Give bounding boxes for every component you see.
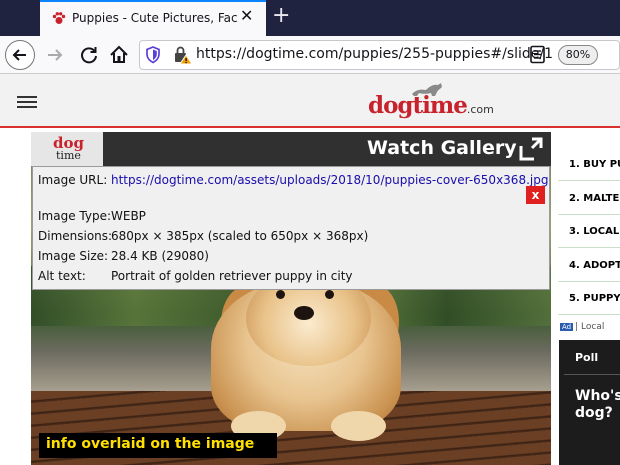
ad-badge: Ad <box>560 323 574 331</box>
poll-divider <box>564 374 620 375</box>
image-url-label: Image URL: <box>38 173 108 187</box>
ad-local-label[interactable]: Ad | Local <box>560 322 604 332</box>
sidebar-link-label: BUY PU <box>583 159 620 170</box>
image-size-value: 28.4 KB (29080) <box>111 249 209 263</box>
watch-gallery-title[interactable]: Watch Gallery <box>367 137 517 159</box>
ad-local-text: | Local <box>575 322 605 332</box>
image-type-value: WEBP <box>111 209 146 223</box>
plus-icon[interactable]: + <box>272 3 290 28</box>
sidebar-link-number: 4. <box>569 260 580 271</box>
puppy-nose <box>294 306 314 320</box>
sidebar-link-number: 5. <box>569 293 580 304</box>
site-logo-suffix: .com <box>466 103 494 116</box>
sidebar-link[interactable]: 1. BUY PU <box>558 148 620 181</box>
tab-title: Puppies - Cute Pictures, Facts, an <box>72 11 237 25</box>
sidebar-link-label: ADOPT <box>583 260 620 271</box>
url-text[interactable]: https://dogtime.com/puppies/255-puppies#… <box>196 46 553 62</box>
alt-text-label: Alt text: <box>38 269 86 283</box>
tab-active-indicator <box>40 0 266 2</box>
popup-close-button[interactable]: x <box>526 186 545 204</box>
sidebar-link[interactable]: 5. PUPPY <box>558 282 620 315</box>
puppy-eye <box>276 290 285 299</box>
gallery-logo-bottom: time <box>56 149 81 162</box>
puppy-paw <box>331 411 386 441</box>
close-icon[interactable]: ✕ <box>240 6 253 25</box>
home-icon[interactable] <box>106 42 132 68</box>
sidebar-link[interactable]: 2. MALTE <box>558 182 620 215</box>
dimensions-label: Dimensions: <box>38 229 113 243</box>
puppy-eye <box>325 290 334 299</box>
shield-icon[interactable] <box>145 46 161 64</box>
dimensions-value: 680px × 385px (scaled to 650px × 368px) <box>111 229 369 243</box>
alt-text-value: Portrait of golden retriever puppy in ci… <box>111 269 353 283</box>
site-header <box>0 74 620 128</box>
sidebar-link[interactable]: 3. LOCAL <box>558 215 620 248</box>
image-size-label: Image Size: <box>38 249 109 263</box>
sidebar-link-number: 3. <box>569 226 580 237</box>
sidebar-link-label: MALTE <box>583 193 620 204</box>
poll-title: Poll <box>575 351 599 364</box>
poll-question-text: Who's dog? <box>575 388 620 421</box>
poll-question[interactable]: Who's dog? <box>575 388 620 422</box>
image-type-label: Image Type: <box>38 209 112 223</box>
expand-icon[interactable] <box>518 136 544 162</box>
zoom-level-badge[interactable]: 80% <box>558 45 598 65</box>
sidebar-link-label: PUPPY <box>583 293 620 304</box>
sidebar-link[interactable]: 4. ADOPT <box>558 249 620 282</box>
lock-warning-icon[interactable] <box>173 45 193 65</box>
paw-icon <box>52 12 66 24</box>
dog-silhouette-icon <box>412 83 442 96</box>
back-button[interactable] <box>5 40 35 70</box>
overlay-caption: info overlaid on the image <box>39 433 277 458</box>
hamburger-menu-icon[interactable] <box>17 96 37 111</box>
reload-icon[interactable] <box>76 42 102 68</box>
sidebar-link-number: 1. <box>569 159 580 170</box>
image-url-link[interactable]: https://dogtime.com/assets/uploads/2018/… <box>111 173 548 187</box>
sidebar-link-label: LOCAL <box>583 226 620 237</box>
reader-view-icon[interactable] <box>529 45 547 65</box>
forward-arrow-icon[interactable] <box>42 42 68 68</box>
back-arrow-icon <box>12 49 26 61</box>
sidebar-link-number: 2. <box>569 193 580 204</box>
